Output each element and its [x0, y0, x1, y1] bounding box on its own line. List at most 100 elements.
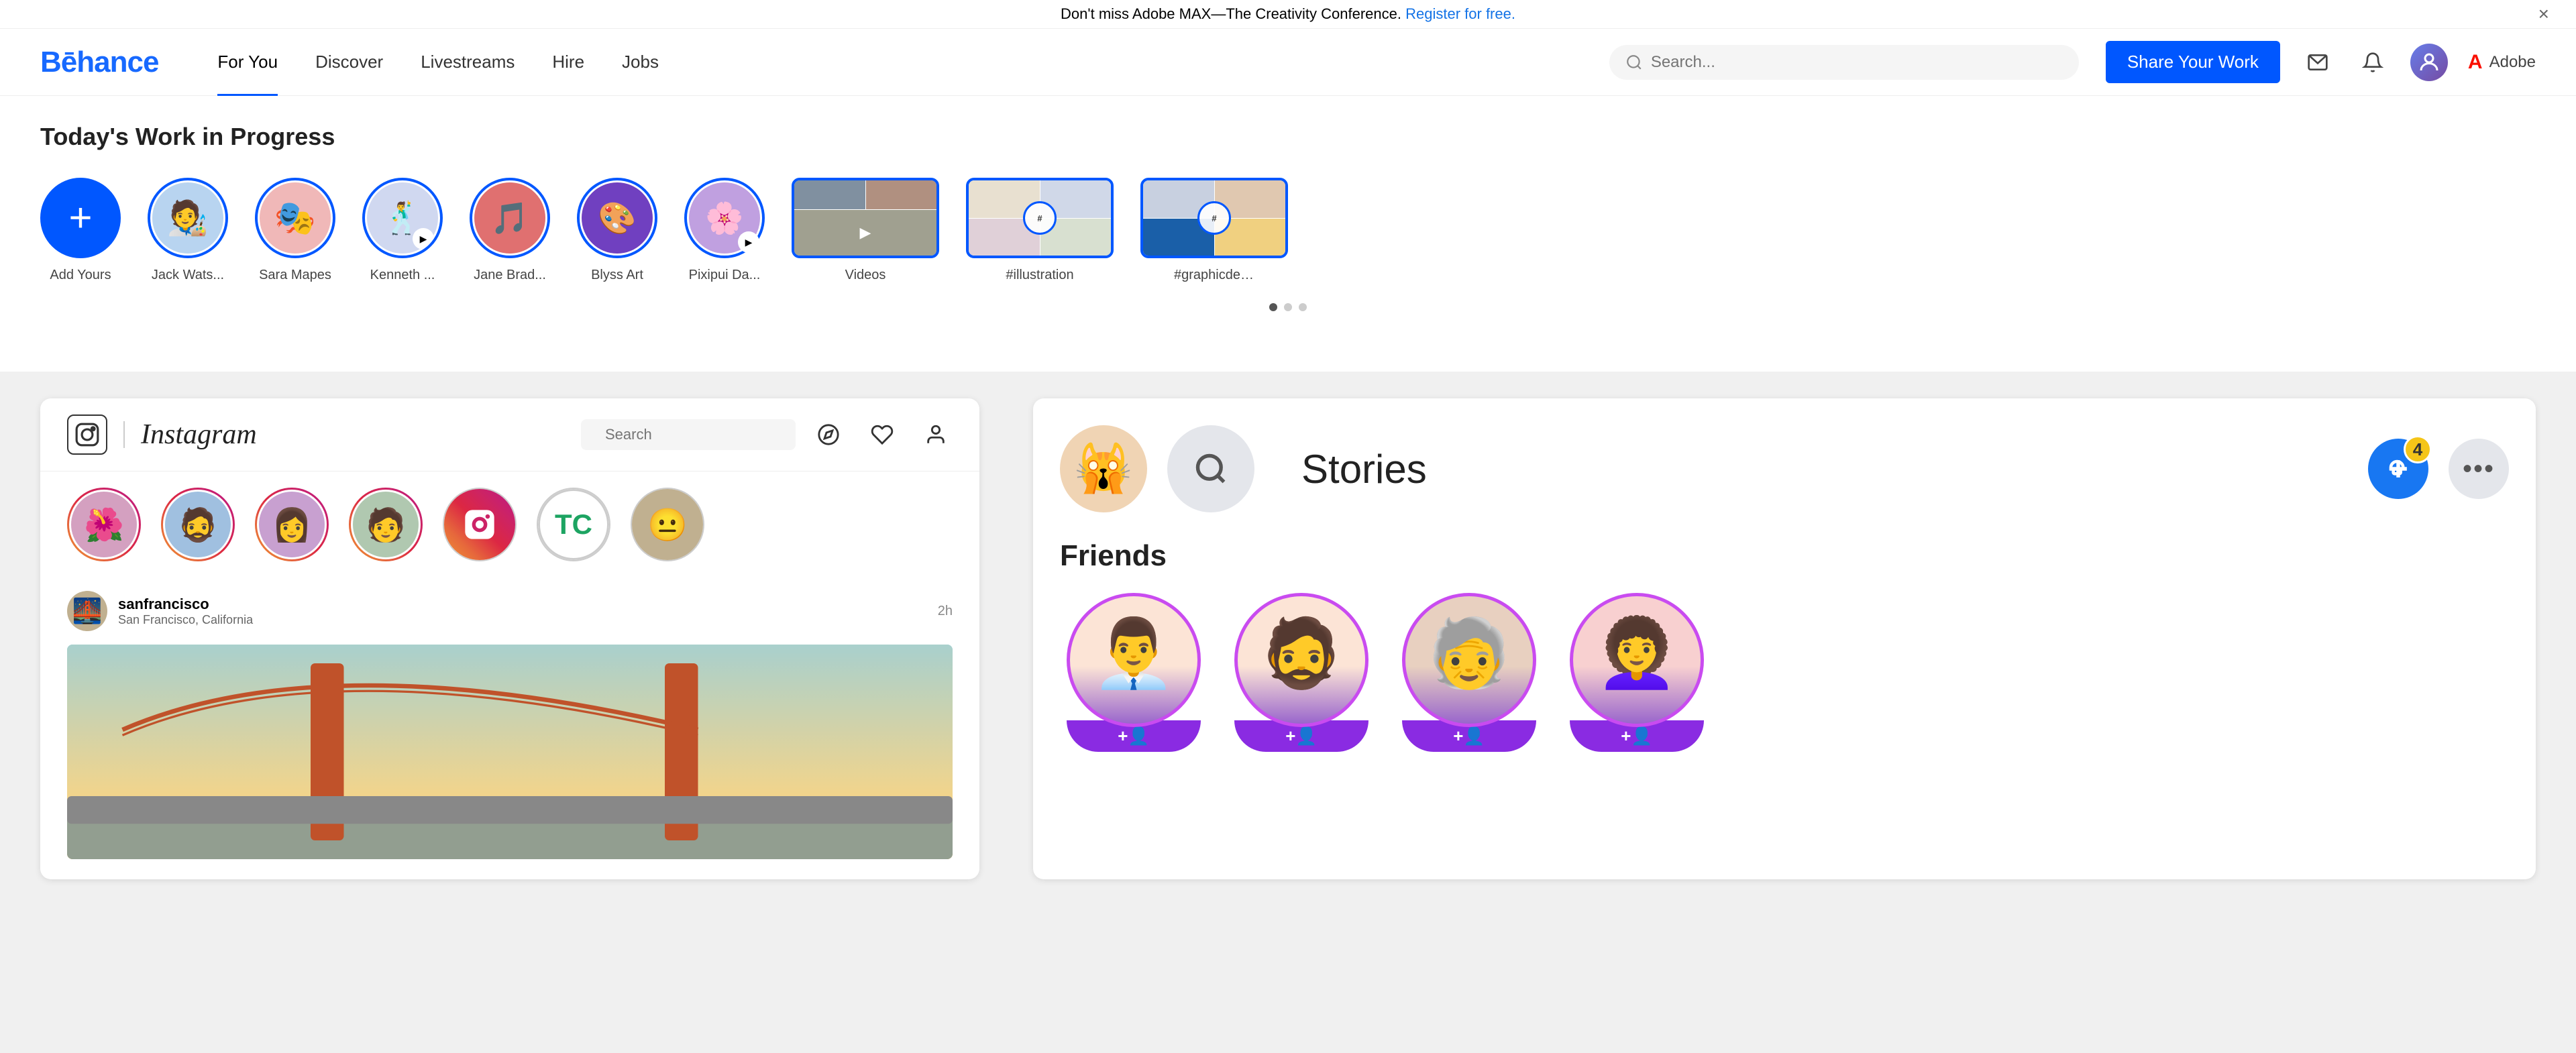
instagram-logo-icon: [67, 414, 107, 455]
notification-text: Don't miss Adobe MAX—The Creativity Conf…: [1061, 5, 1401, 22]
story-label-add: Add Yours: [50, 268, 111, 283]
hashtag-badge-graphicdesign: #: [1197, 201, 1231, 235]
close-notification-button[interactable]: ×: [2538, 3, 2549, 25]
face-icon-pixipui: 🌸: [705, 200, 743, 237]
dot-1[interactable]: [1269, 303, 1277, 311]
fb-friend-3[interactable]: 🧓 +👤: [1395, 593, 1543, 752]
ig-story-circle-tc: TC: [537, 488, 610, 561]
fb-stories-header: 🙀 Stories 4 •••: [1060, 425, 2509, 512]
fb-search-button[interactable]: [1167, 425, 1254, 512]
nav-hire[interactable]: Hire: [533, 29, 603, 96]
face-icon-jane: 🎵: [490, 200, 529, 237]
instagram-panel: Instagram: [40, 398, 979, 879]
behance-nav: For You Discover Livestreams Hire Jobs: [199, 29, 1582, 96]
nav-for-you[interactable]: For You: [199, 29, 297, 96]
story-pixipui[interactable]: 🌸 ▶ Pixipui Da...: [684, 178, 765, 283]
story-circle-jane: 🎵: [470, 178, 550, 258]
notification-bar: Don't miss Adobe MAX—The Creativity Conf…: [0, 0, 2576, 29]
fb-friend-face-4: 👩‍🦱: [1595, 614, 1679, 693]
bottom-panels: Instagram: [0, 372, 2576, 906]
story-illustration[interactable]: # #illustration: [966, 178, 1114, 283]
story-sara[interactable]: 🎭 Sara Mapes: [255, 178, 335, 283]
user-avatar[interactable]: [2410, 44, 2448, 81]
instagram-wordmark: Instagram: [141, 419, 257, 451]
behance-logo[interactable]: Bēhance: [40, 46, 158, 79]
notification-badge: 4: [2404, 435, 2432, 463]
story-graphicdesign[interactable]: # #graphicdesign: [1140, 178, 1288, 283]
fb-friend-face-2: 🧔: [1260, 614, 1344, 693]
header-right: Share Your Work A Adobe: [2106, 41, 2536, 83]
pagination-dots: [40, 283, 2536, 331]
ig-profile-icon[interactable]: [919, 418, 953, 451]
fb-friend-1[interactable]: 👨‍💼 +👤: [1060, 593, 1208, 752]
add-story-circle[interactable]: +: [40, 178, 121, 258]
post-username: sanfrancisco: [118, 596, 927, 613]
notification-link[interactable]: Register for free.: [1405, 5, 1515, 22]
ig-story-2[interactable]: 🧔: [161, 488, 235, 561]
nav-livestreams[interactable]: Livestreams: [402, 29, 533, 96]
story-avatar-jane: 🎵: [474, 182, 545, 254]
notification-bell-icon[interactable]: [2355, 45, 2390, 80]
instagram-stories-row: 🌺 🧔 👩: [40, 472, 979, 577]
instagram-search[interactable]: [581, 419, 796, 450]
ig-story-avatar-zuckerberg: 😐: [632, 489, 703, 560]
ig-story-circle-instagram: [443, 488, 517, 561]
ig-story-circle-zuckerberg: 😐: [631, 488, 704, 561]
fb-friends-section: Friends 👨‍💼 +👤 🧔: [1060, 539, 2509, 752]
nav-jobs[interactable]: Jobs: [603, 29, 678, 96]
fb-friends-title: Friends: [1060, 539, 2509, 573]
story-jack[interactable]: 🧑‍🎨 Jack Wats...: [148, 178, 228, 283]
behance-main: Today's Work in Progress + Add Yours 🧑‍🎨…: [0, 96, 2576, 372]
story-kenneth[interactable]: 🕺 ▶ Kenneth ...: [362, 178, 443, 283]
dot-3[interactable]: [1299, 303, 1307, 311]
post-avatar: 🌉: [67, 591, 107, 631]
ig-story-3[interactable]: 👩: [255, 488, 329, 561]
story-add-yours[interactable]: + Add Yours: [40, 178, 121, 283]
fb-friend-2[interactable]: 🧔 +👤: [1228, 593, 1375, 752]
fb-stories-title: Stories: [1301, 446, 1427, 492]
story-circle-kenneth: 🕺 ▶: [362, 178, 443, 258]
story-thumb-graphicdesign: #: [1140, 178, 1288, 258]
fb-friend-4[interactable]: 👩‍🦱 +👤: [1563, 593, 1711, 752]
share-work-button[interactable]: Share Your Work: [2106, 41, 2280, 83]
fb-more-button[interactable]: •••: [2449, 439, 2509, 499]
ig-story-tc[interactable]: TC: [537, 488, 610, 561]
story-videos[interactable]: ▶ Videos: [792, 178, 939, 283]
story-avatar-jack: 🧑‍🎨: [152, 182, 223, 254]
ig-story-zuckerberg[interactable]: 😐: [631, 488, 704, 561]
play-badge-pixipui: ▶: [738, 231, 759, 253]
story-circle-pixipui: 🌸 ▶: [684, 178, 765, 258]
story-circle-sara: 🎭: [255, 178, 335, 258]
add-friend-icon-4: +👤: [1621, 726, 1653, 746]
story-jane[interactable]: 🎵 Jane Brad...: [470, 178, 550, 283]
story-blyss[interactable]: 🎨 Blyss Art: [577, 178, 657, 283]
ig-story-avatar-3: 👩: [257, 490, 327, 559]
behance-search-bar[interactable]: [1609, 45, 2079, 80]
play-badge-kenneth: ▶: [413, 228, 434, 250]
story-label-graphicdesign: #graphicdesign: [1174, 268, 1254, 283]
adobe-brand[interactable]: A Adobe: [2468, 51, 2536, 74]
instagram-header: Instagram: [40, 398, 979, 472]
ig-story-instagram[interactable]: [443, 488, 517, 561]
dot-2[interactable]: [1284, 303, 1292, 311]
ig-heart-icon[interactable]: [865, 418, 899, 451]
fb-user-avatar[interactable]: 🙀: [1060, 425, 1147, 512]
ig-search-input[interactable]: [605, 426, 798, 443]
hashtag-badge-illustration: #: [1023, 201, 1057, 235]
story-label-videos: Videos: [845, 268, 886, 283]
story-label-blyss: Blyss Art: [591, 268, 643, 283]
ig-story-avatar-tc: TC: [538, 489, 609, 560]
ig-compass-icon[interactable]: [812, 418, 845, 451]
mail-icon[interactable]: [2300, 45, 2335, 80]
search-input[interactable]: [1651, 53, 2063, 72]
add-friend-icon-2: +👤: [1285, 726, 1318, 746]
instagram-post: 🌉 sanfrancisco San Francisco, California…: [40, 577, 979, 879]
fb-friend-avatar-4: 👩‍🦱: [1570, 593, 1704, 727]
post-location: San Francisco, California: [118, 613, 927, 627]
fb-friend-avatar-1: 👨‍💼: [1067, 593, 1201, 727]
story-avatar-blyss: 🎨: [582, 182, 653, 254]
instagram-nav-icons: [812, 418, 953, 451]
ig-story-1[interactable]: 🌺: [67, 488, 141, 561]
nav-discover[interactable]: Discover: [297, 29, 402, 96]
ig-story-4[interactable]: 🧑: [349, 488, 423, 561]
